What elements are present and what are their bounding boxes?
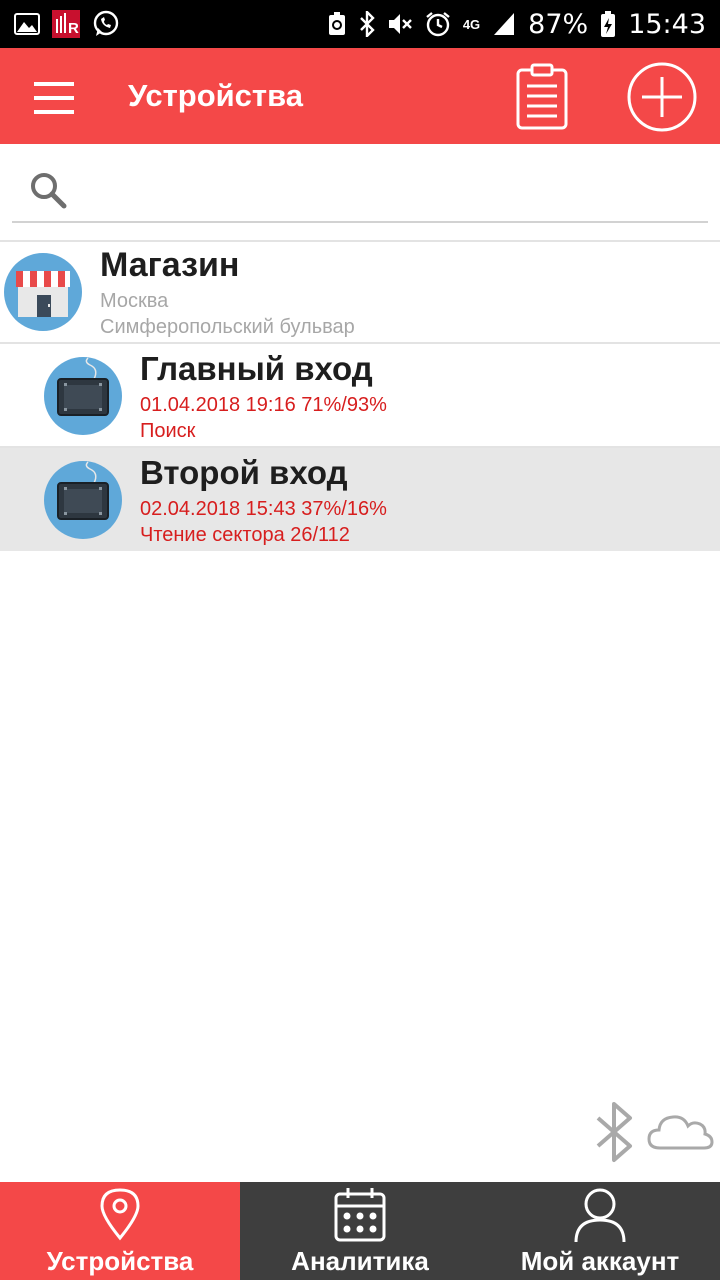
device-info: 01.04.2018 19:16 71%/93% [140, 394, 387, 416]
status-left: R [14, 10, 120, 38]
whatsapp-icon [92, 10, 120, 38]
app-r-icon: R [52, 10, 80, 38]
device-info: 02.04.2018 15:43 37%/16% [140, 498, 387, 520]
clock: 15:43 [628, 8, 706, 40]
device-status: Чтение сектора 26/112 [140, 524, 350, 546]
bottom-nav: Устройства Аналитика Мой аккаунт [0, 1182, 720, 1280]
device-avatar [44, 357, 122, 435]
menu-button[interactable] [30, 78, 78, 118]
app-bar: Устройства [0, 48, 720, 144]
status-right: 4G 87% 15:43 [327, 9, 706, 40]
mute-icon [387, 11, 413, 37]
user-icon [574, 1188, 626, 1243]
location-pin-icon [100, 1188, 140, 1241]
bluetooth-status-icon [359, 11, 375, 37]
store-avatar [4, 253, 82, 331]
store-row[interactable]: Магазин Москва Симферопольский бульвар [0, 242, 720, 342]
search-icon [31, 173, 67, 209]
store-address: Симферопольский бульвар [100, 316, 355, 338]
plus-circle-icon [627, 62, 697, 132]
nav-tab-account[interactable]: Мой аккаунт [480, 1182, 720, 1280]
nav-label: Мой аккаунт [520, 1246, 680, 1276]
store-city: Москва [100, 290, 169, 312]
nav-tab-analytics[interactable]: Аналитика [240, 1182, 480, 1280]
device-status: Поиск [140, 420, 196, 442]
svg-text:R: R [68, 20, 79, 37]
device-icon [57, 461, 109, 520]
device-name: Второй вход [140, 454, 348, 491]
search-bar [0, 144, 720, 240]
device-row-main-entrance[interactable]: Главный вход 01.04.2018 19:16 71%/93% По… [0, 344, 720, 447]
cloud-icon[interactable] [646, 1108, 714, 1154]
device-row-second-entrance[interactable]: Второй вход 02.04.2018 15:43 37%/16% Чте… [0, 448, 720, 551]
device-name: Главный вход [140, 350, 373, 387]
signal-icon [492, 11, 516, 37]
recycle-battery-icon [327, 11, 347, 37]
nav-tab-devices[interactable]: Устройства [0, 1182, 240, 1280]
alarm-icon [425, 11, 451, 37]
store-name: Магазин [100, 246, 240, 284]
battery-charging-icon [600, 10, 616, 38]
hamburger-icon [34, 82, 74, 114]
search-input[interactable] [80, 168, 700, 214]
report-button[interactable] [512, 62, 572, 132]
shop-icon [16, 271, 70, 317]
network-4g-icon: 4G [463, 17, 480, 32]
add-device-button[interactable] [626, 61, 698, 133]
nav-label: Устройства [46, 1246, 194, 1276]
bluetooth-icon[interactable] [594, 1100, 636, 1164]
nav-label: Аналитика [291, 1246, 429, 1276]
gallery-icon [14, 13, 40, 35]
battery-percent: 87% [528, 8, 589, 40]
clipboard-icon [516, 63, 568, 130]
search-underline [12, 221, 708, 223]
status-bar: R 4G 87% 15:43 [0, 0, 720, 48]
device-avatar [44, 461, 122, 539]
device-icon [57, 357, 109, 416]
page-title: Устройства [128, 78, 303, 113]
network-label: 4G [462, 16, 481, 32]
calendar-icon [334, 1188, 386, 1242]
